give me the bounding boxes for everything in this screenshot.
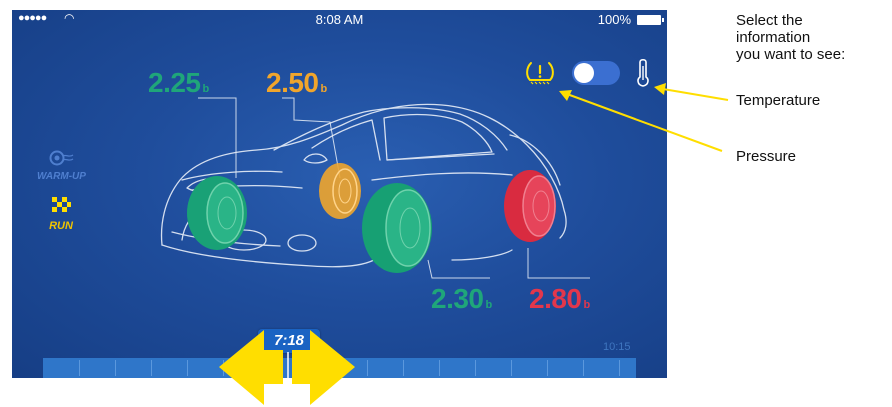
drag-left-arrow-icon — [219, 330, 283, 405]
drag-right-arrow-icon — [292, 330, 355, 405]
temperature-annotation: Temperature — [736, 92, 821, 109]
instruction-line-2: information — [736, 29, 811, 46]
instruction-text: Select the information you want to see: — [736, 12, 845, 63]
pressure-pointer-arrow — [559, 90, 723, 152]
temperature-pointer-arrow — [654, 83, 729, 101]
instruction-line-1: Select the — [736, 12, 803, 29]
pressure-annotation: Pressure — [736, 148, 797, 165]
instruction-line-3: you want to see: — [736, 46, 846, 63]
